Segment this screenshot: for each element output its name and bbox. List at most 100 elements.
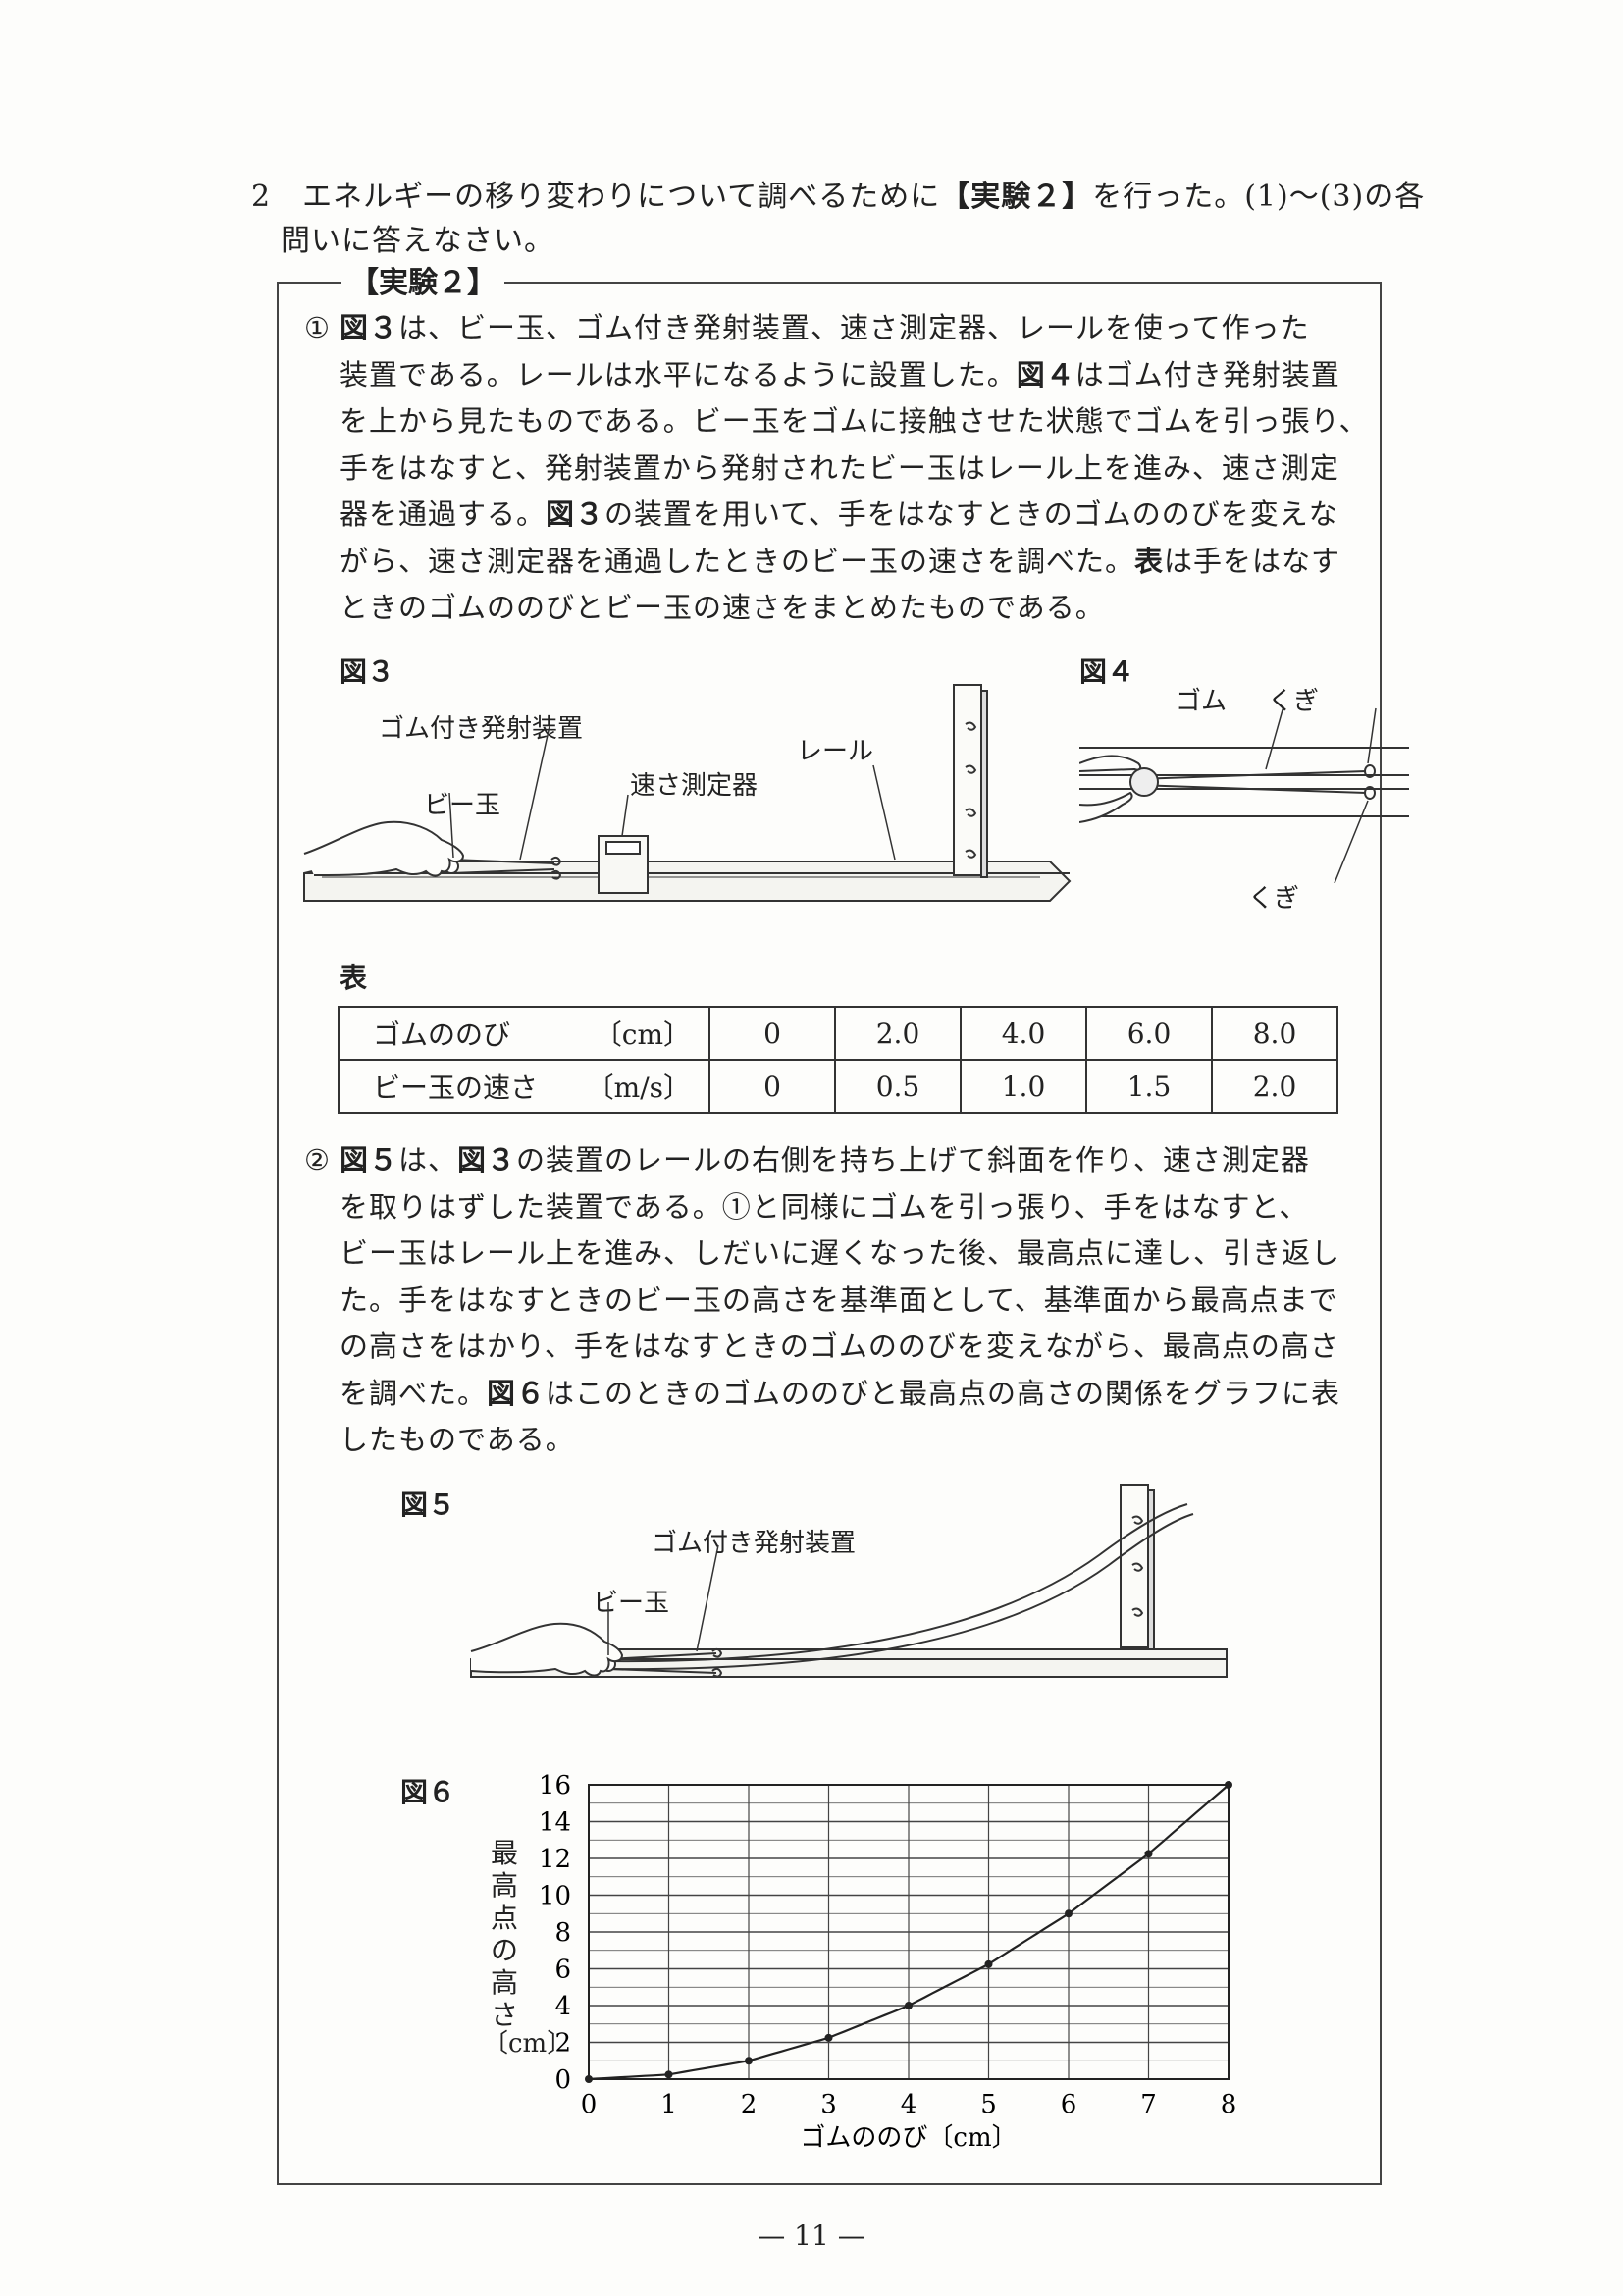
- chart-y-tick-label: 16: [539, 1771, 571, 1800]
- question-number: 2: [251, 180, 272, 214]
- text-segment: た。手をはなすときのビー玉の高さを基準面として、基準面から最高点まで: [340, 1282, 1338, 1317]
- chart-y-tick-label: 14: [539, 1808, 571, 1838]
- chart-x-tick-label: 1: [660, 2090, 677, 2119]
- text-segment: の高さをはかり、手をはなすときのゴムののびを変えながら、最高点の高さ: [340, 1330, 1339, 1363]
- question-text-pre: エネルギーの移り変わりについて調べるために: [302, 180, 941, 214]
- step1-line: 図３は、ビー玉、ゴム付き発射装置、速さ測定器、レールを使って作った: [340, 305, 1369, 352]
- question-line-1: 2 エネルギーの移り変わりについて調べるために【実験２】を行った。(1)〜(3)の…: [251, 172, 1425, 215]
- figure4-label: 図４: [1079, 655, 1135, 688]
- step2-line: 図５は、図３の装置のレールの右側を持ち上げて斜面を作り、速さ測定器: [340, 1137, 1340, 1184]
- chart-data-point: [1065, 1909, 1073, 1918]
- figure5-label: 図５: [400, 1488, 456, 1521]
- table-cell: 0.5: [834, 1059, 962, 1114]
- text-segment: はゴム付き発射装置: [1074, 357, 1340, 391]
- step1-line: 装置である。レールは水平になるように設置した。図４はゴム付き発射装置: [340, 352, 1369, 399]
- text-segment: を調べた。: [340, 1376, 488, 1410]
- chart-x-tick-label: 5: [980, 2090, 997, 2119]
- question-experiment-ref: 【実験２】: [940, 180, 1093, 214]
- chart-data-point: [905, 2002, 913, 2009]
- step1-line: がら、速さ測定器を通過したときのビー玉の速さを調べた。表は手をはなす: [340, 539, 1369, 586]
- step2-line: た。手をはなすときのビー玉の高さを基準面として、基準面から最高点まで: [340, 1278, 1340, 1325]
- experiment-box-title: 【実験２】: [341, 258, 504, 301]
- text-segment: の装置を用いて、手をはなすときのゴムののびを変えな: [604, 497, 1338, 531]
- chart-data-point: [1225, 1781, 1232, 1789]
- step2-line: ビー玉はレール上を進み、しだいに遅くなった後、最高点に達し、引き返し: [340, 1230, 1340, 1278]
- chart-x-tick-label: 4: [901, 2090, 917, 2119]
- question-line-2: 問いに答えなさい。: [281, 224, 554, 258]
- chart-data-point: [1144, 1850, 1153, 1858]
- figure-ref: 図３: [340, 311, 399, 344]
- step1-line: を上から見たものである。ビー玉をゴムに接触させた状態でゴムを引っ張り、: [340, 398, 1369, 445]
- text-segment: 器を通過する。: [340, 497, 547, 531]
- chart-y-tick-label: 4: [554, 1992, 571, 2021]
- step1-line: ときのゴムののびとビー玉の速さをまとめたものである。: [340, 585, 1369, 632]
- chart-y-axis-label: 最高点の高さ: [485, 1837, 524, 2031]
- table-cell: 1.0: [960, 1059, 1087, 1114]
- chart-x-tick-label: 6: [1061, 2090, 1077, 2119]
- text-segment: は手をはなす: [1164, 544, 1341, 578]
- step2-line: の高さをはかり、手をはなすときのゴムののびを変えながら、最高点の高さ: [340, 1324, 1340, 1371]
- table-row-header: ゴムののび 〔cm〕: [338, 1006, 710, 1061]
- text-segment: ビー玉はレール上を進み、しだいに遅くなった後、最高点に達し、引き返し: [340, 1236, 1341, 1270]
- chart-data-point: [664, 2070, 673, 2079]
- step2-paragraph: 図５は、図３の装置のレールの右側を持ち上げて斜面を作り、速さ測定器 を取りはずした…: [340, 1137, 1340, 1464]
- chart-y-tick-label: 2: [554, 2029, 571, 2059]
- figure-ref: 図３: [546, 497, 605, 531]
- figure5-apparatus: [470, 1484, 1228, 1678]
- chart-x-tick-label: 3: [820, 2090, 837, 2119]
- figure-ref: 図５: [340, 1143, 399, 1176]
- chart-x-tick-label: 0: [581, 2090, 598, 2119]
- chart-y-label-char: の: [490, 1934, 518, 1966]
- table-cell: 1.5: [1085, 1059, 1213, 1114]
- chart-y-tick-label: 12: [539, 1845, 571, 1874]
- table-cell: 0: [708, 1059, 836, 1114]
- step1-paragraph: 図３は、ビー玉、ゴム付き発射装置、速さ測定器、レールを使って作った 装置である。レ…: [340, 305, 1369, 632]
- table-cell: 2.0: [1211, 1059, 1338, 1114]
- step1-line: 器を通過する。図３の装置を用いて、手をはなすときのゴムののびを変えな: [340, 492, 1369, 539]
- figure-ref: 図４: [1016, 357, 1075, 391]
- step2-line: を取りはずした装置である。①と同様にゴムを引っ張り、手をはなすと、: [340, 1184, 1340, 1231]
- table-cell: 2.0: [834, 1006, 962, 1061]
- page-number: — 11 —: [758, 2219, 865, 2252]
- table-row: ビー玉の速さ 〔m/s〕 0 0.5 1.0 1.5 2.0: [338, 1059, 1338, 1114]
- chart-x-axis-label: ゴムののび〔cm〕: [800, 2123, 1017, 2153]
- question-text-post: を行った。(1)〜(3)の各: [1092, 180, 1426, 214]
- table-cell: 8.0: [1211, 1006, 1338, 1061]
- table-cell: 4.0: [960, 1006, 1087, 1061]
- text-segment: の装置のレールの右側を持ち上げて斜面を作り、速さ測定器: [516, 1143, 1310, 1176]
- chart-y-tick-label: 8: [554, 1918, 571, 1948]
- figure-ref: 図３: [457, 1143, 517, 1176]
- chart-y-tick-label: 6: [554, 1956, 571, 1985]
- step2-marker: ②: [304, 1143, 331, 1176]
- text-segment: を上から見たものである。ビー玉をゴムに接触させた状態でゴムを引っ張り、: [340, 404, 1369, 438]
- chart-x-tick-label: 2: [741, 2090, 758, 2119]
- figure6-chart: 0 1 2 3 4 5 6 7 80246810121416ゴムののび〔cm〕: [539, 1771, 1236, 2153]
- text-segment: はこのときのゴムののびと最高点の高さの関係をグラフに表: [546, 1376, 1341, 1410]
- table-cell: 0: [708, 1006, 836, 1061]
- figure-ref: 図６: [487, 1376, 547, 1410]
- step1-marker: ①: [304, 311, 331, 344]
- text-segment: ときのゴムののびとビー玉の速さをまとめたものである。: [340, 591, 1105, 624]
- chart-data-point: [824, 2033, 833, 2042]
- text-segment: 装置である。レールは水平になるように設置した。: [340, 357, 1017, 391]
- text-segment: は、ビー玉、ゴム付き発射装置、速さ測定器、レールを使って作った: [398, 311, 1310, 344]
- chart-y-label-char: 高: [490, 1966, 518, 1999]
- text-segment: がら、速さ測定器を通過したときのビー玉の速さを調べた。: [340, 544, 1135, 578]
- step2-line: を調べた。図６はこのときのゴムののびと最高点の高さの関係をグラフに表: [340, 1371, 1340, 1418]
- step2-line: したものである。: [340, 1417, 1340, 1464]
- chart-y-label-char: 点: [490, 1902, 518, 1934]
- chart-y-tick-label: 10: [539, 1882, 571, 1911]
- chart-data-point: [984, 1959, 993, 1968]
- figure-ref: 表: [1134, 544, 1165, 578]
- text-segment: したものである。: [340, 1423, 575, 1456]
- step1-line: 手をはなすと、発射装置から発射されたビー玉はレール上を進み、速さ測定: [340, 445, 1369, 493]
- table-label: 表: [340, 962, 368, 994]
- table-cell: 6.0: [1085, 1006, 1213, 1061]
- table-row-header: ビー玉の速さ 〔m/s〕: [338, 1059, 710, 1114]
- data-table: ゴムののび 〔cm〕 0 2.0 4.0 6.0 8.0 ビー玉の速さ 〔m/s〕 …: [338, 1006, 1338, 1114]
- chart-data-point: [585, 2075, 593, 2083]
- figure4-top-view: [1079, 706, 1409, 884]
- chart-y-label-char: 高: [490, 1869, 518, 1902]
- chart-x-tick-label: 7: [1140, 2090, 1157, 2119]
- table-row: ゴムののび 〔cm〕 0 2.0 4.0 6.0 8.0: [338, 1006, 1338, 1061]
